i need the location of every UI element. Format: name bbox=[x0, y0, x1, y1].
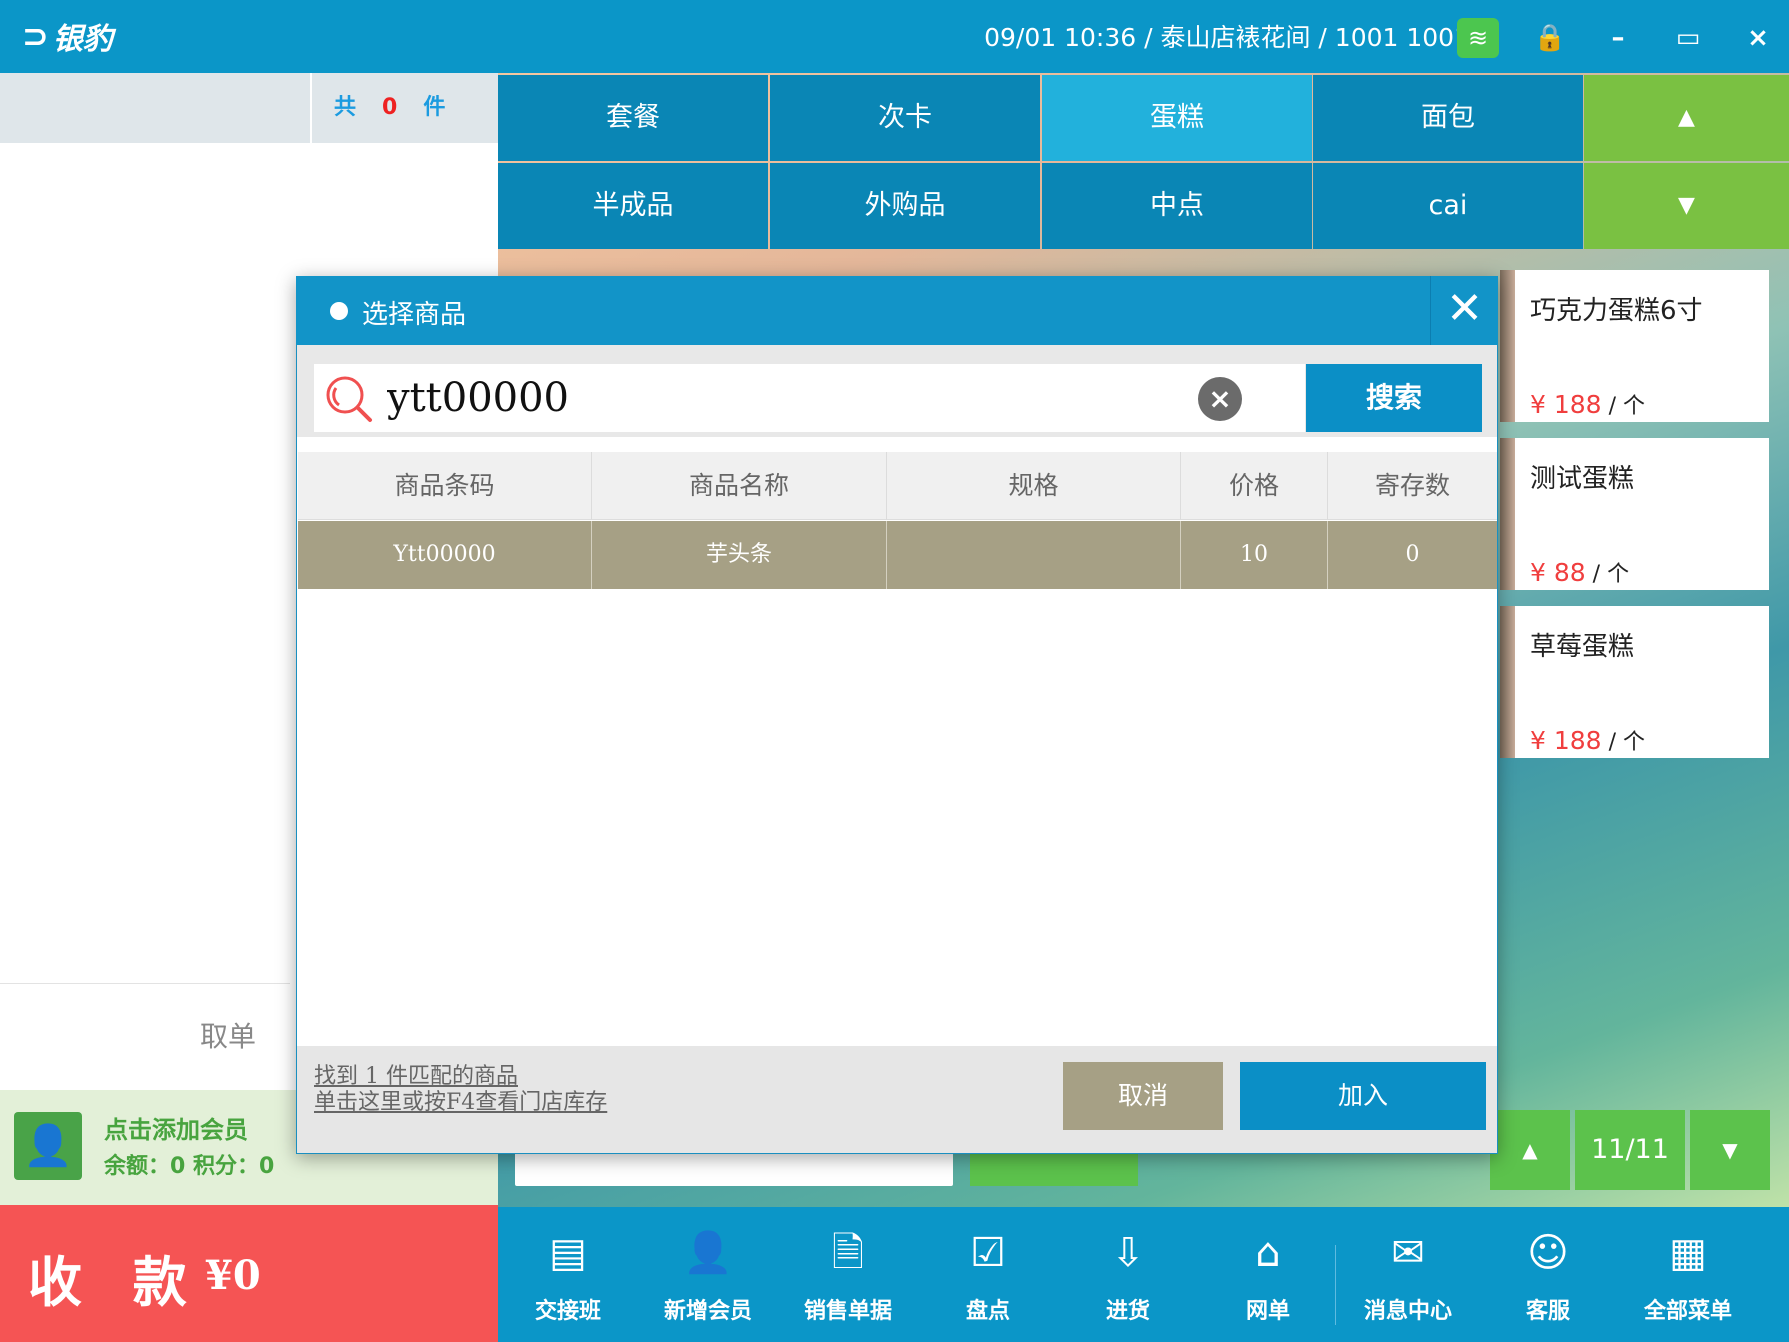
search-input[interactable] bbox=[385, 367, 1145, 429]
member-avatar-icon[interactable]: 👤 bbox=[14, 1112, 82, 1180]
price-value: ¥ 188 bbox=[1530, 390, 1602, 419]
table-row-barcode[interactable]: Ytt00000 bbox=[298, 521, 592, 589]
product-price: ¥ 88 / 个 bbox=[1530, 556, 1629, 588]
cart-unit: 件 bbox=[423, 95, 446, 120]
add-member-icon: 👤 bbox=[683, 1230, 733, 1276]
inventory-check-button[interactable]: ☑ 盘点 bbox=[928, 1225, 1048, 1335]
toolbar-label: 全部菜单 bbox=[1643, 1299, 1732, 1324]
checkout-label: 收 款 bbox=[28, 1250, 203, 1314]
page-down-button[interactable]: ▼ bbox=[1690, 1110, 1770, 1190]
sales-document-icon: 🗎 bbox=[831, 1230, 865, 1276]
table-row-name[interactable]: 芋头条 bbox=[592, 521, 887, 589]
column-header-price: 价格 bbox=[1181, 452, 1328, 520]
handover-icon: ▤ bbox=[549, 1230, 587, 1276]
category-tab[interactable]: 次卡 bbox=[770, 75, 1040, 161]
category-down-button[interactable]: ▼ bbox=[1584, 163, 1789, 249]
purchase-button[interactable]: ⇩ 进货 bbox=[1068, 1225, 1188, 1335]
store-stock-link[interactable]: 单击这里或按F4查看门店库存 bbox=[314, 1084, 607, 1116]
toolbar-label: 交接班 bbox=[534, 1299, 601, 1324]
toolbar-divider bbox=[1335, 1245, 1336, 1325]
message-center-button[interactable]: ✉ 消息中心 bbox=[1348, 1225, 1468, 1335]
maximize-icon[interactable]: ▭ bbox=[1668, 18, 1708, 58]
toolbar-label: 网单 bbox=[1245, 1299, 1290, 1324]
minimize-icon[interactable]: – bbox=[1598, 18, 1638, 58]
toolbar-label: 新增会员 bbox=[663, 1299, 752, 1324]
toolbar-label: 进货 bbox=[1105, 1299, 1150, 1324]
member-balance-points: 余额：0 积分：0 bbox=[104, 1154, 275, 1179]
cancel-order-button[interactable]: 取单 bbox=[200, 1015, 256, 1055]
toolbar-label: 消息中心 bbox=[1363, 1299, 1452, 1324]
column-header-barcode: 商品条码 bbox=[298, 452, 592, 520]
product-name: 巧克力蛋糕6寸 bbox=[1530, 296, 1703, 326]
clear-search-icon[interactable]: × bbox=[1198, 377, 1242, 421]
message-center-icon: ✉ bbox=[1391, 1230, 1425, 1276]
status-text: 09/01 10:36 / 泰山店裱花间 / 1001 1001 bbox=[984, 23, 1470, 52]
category-tab[interactable]: 半成品 bbox=[498, 163, 768, 249]
product-name: 测试蛋糕 bbox=[1530, 464, 1635, 494]
dialog-close-icon[interactable]: ✕ bbox=[1430, 276, 1498, 345]
all-menu-button[interactable]: ▦ 全部菜单 bbox=[1628, 1225, 1748, 1335]
logo-icon: ⊃ bbox=[22, 17, 49, 55]
wifi-icon[interactable]: ≋ bbox=[1457, 18, 1499, 58]
add-member-link[interactable]: 点击添加会员 bbox=[104, 1110, 248, 1145]
price-unit: / 个 bbox=[1601, 730, 1645, 755]
price-value: ¥ 188 bbox=[1530, 726, 1602, 755]
category-tab[interactable]: cai bbox=[1313, 163, 1583, 249]
toolbar-label: 客服 bbox=[1525, 1299, 1570, 1324]
customer-service-icon: ☺ bbox=[1527, 1230, 1569, 1276]
dialog-title-dot-icon bbox=[330, 302, 348, 320]
cart-total-prefix: 共 bbox=[334, 95, 357, 120]
online-order-icon: ⌂ bbox=[1255, 1230, 1281, 1276]
add-button[interactable]: 加入 bbox=[1240, 1062, 1486, 1130]
logo-text: 银豹 bbox=[52, 22, 113, 57]
category-tab[interactable]: 面包 bbox=[1313, 75, 1583, 161]
table-row-spec[interactable] bbox=[887, 521, 1181, 589]
checkout-amount: ¥0 bbox=[205, 1252, 261, 1299]
price-value: ¥ 88 bbox=[1530, 558, 1586, 587]
cart-count: 共0件 bbox=[310, 73, 480, 143]
column-header-stock: 寄存数 bbox=[1374, 471, 1450, 500]
add-member-button[interactable]: 👤 新增会员 bbox=[648, 1225, 768, 1335]
page-indicator: 11/11 bbox=[1575, 1110, 1685, 1190]
online-order-button[interactable]: ⌂ 网单 bbox=[1208, 1225, 1328, 1335]
price-unit: / 个 bbox=[1601, 394, 1645, 419]
search-button[interactable]: 搜索 bbox=[1306, 364, 1482, 432]
purchase-icon: ⇩ bbox=[1111, 1230, 1145, 1276]
customer-service-button[interactable]: ☺ 客服 bbox=[1488, 1225, 1608, 1335]
toolbar-label: 销售单据 bbox=[803, 1299, 892, 1324]
dialog-title: 选择商品 bbox=[362, 300, 467, 330]
toolbar-label: 盘点 bbox=[965, 1299, 1010, 1324]
page-up-button[interactable]: ▲ bbox=[1490, 1110, 1570, 1190]
dialog-header bbox=[296, 276, 1498, 345]
all-menu-icon: ▦ bbox=[1669, 1230, 1707, 1276]
product-price: ¥ 188 / 个 bbox=[1530, 724, 1645, 756]
sales-document-button[interactable]: 🗎 销售单据 bbox=[788, 1225, 908, 1335]
product-price: ¥ 188 / 个 bbox=[1530, 388, 1645, 420]
handover-button[interactable]: ▤ 交接班 bbox=[508, 1225, 628, 1335]
inventory-check-icon: ☑ bbox=[970, 1230, 1006, 1276]
column-header-spec: 规格 bbox=[887, 452, 1181, 520]
table-row-stock[interactable]: 0 bbox=[1328, 521, 1497, 589]
app-logo: ⊃ 银豹 bbox=[22, 14, 113, 58]
product-name: 草莓蛋糕 bbox=[1530, 632, 1635, 662]
cart-count-number: 0 bbox=[382, 95, 398, 120]
category-up-button[interactable]: ▲ bbox=[1584, 75, 1789, 161]
price-unit: / 个 bbox=[1585, 562, 1630, 587]
search-icon bbox=[326, 376, 372, 422]
category-tab[interactable]: 外购品 bbox=[770, 163, 1040, 249]
cancel-button[interactable]: 取消 bbox=[1063, 1062, 1223, 1130]
category-tab[interactable]: 中点 bbox=[1042, 163, 1312, 249]
column-header-name: 商品名称 bbox=[592, 452, 887, 520]
close-icon[interactable]: × bbox=[1738, 18, 1778, 58]
category-tab[interactable]: 套餐 bbox=[498, 75, 768, 161]
table-row-price[interactable]: 10 bbox=[1181, 521, 1328, 589]
title-bar bbox=[0, 0, 1789, 73]
lock-icon[interactable]: 🔒 bbox=[1530, 18, 1570, 58]
category-tab-active[interactable]: 蛋糕 bbox=[1042, 75, 1312, 161]
